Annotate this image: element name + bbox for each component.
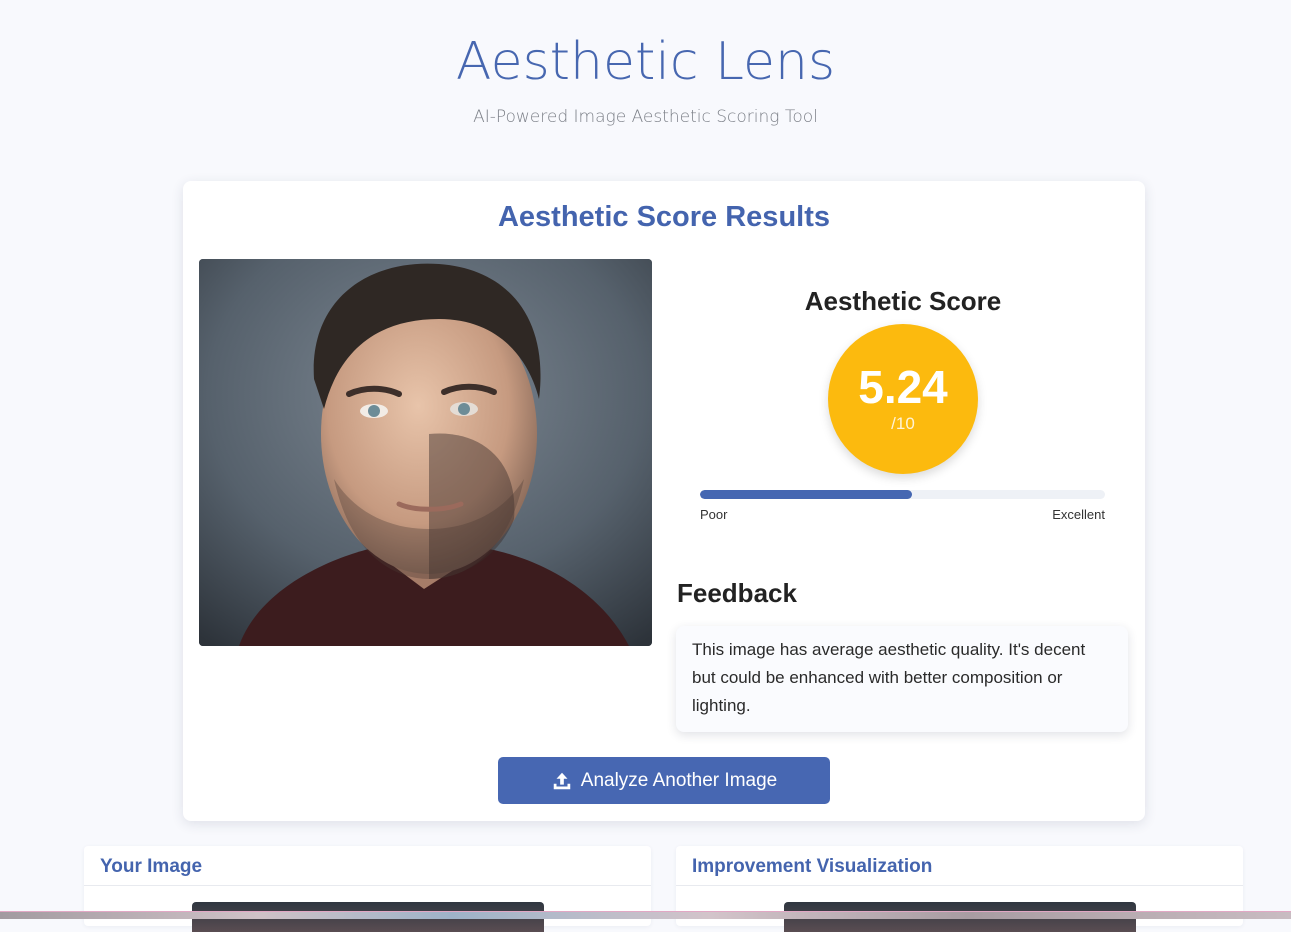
app-subtitle: AI-Powered Image Aesthetic Scoring Tool	[473, 107, 818, 127]
feedback-text: This image has average aesthetic quality…	[692, 640, 1086, 715]
score-label: Aesthetic Score	[804, 286, 1002, 316]
upload-icon	[553, 772, 571, 789]
feedback-box: This image has average aesthetic quality…	[676, 626, 1128, 732]
panel-divider	[84, 885, 651, 886]
feedback-title: Feedback	[677, 578, 797, 608]
improvement-title: Improvement Visualization	[692, 856, 933, 877]
analyze-another-button[interactable]: Analyze Another Image	[498, 757, 830, 804]
portrait-image	[199, 259, 652, 646]
panel-divider	[676, 885, 1243, 886]
scale-low-label: Poor	[700, 507, 728, 522]
app-title: Aesthetic Lens	[455, 32, 836, 92]
your-image-title: Your Image	[100, 856, 203, 877]
analyze-another-label: Analyze Another Image	[580, 769, 778, 791]
score-value: 5.24	[858, 361, 948, 413]
results-card: Aesthetic Score Results Aesthetic Score …	[183, 181, 1145, 821]
score-progress-bar	[700, 490, 1105, 499]
score-circle: 5.24 /10	[828, 324, 978, 474]
uploaded-photo	[199, 259, 652, 646]
results-title: Aesthetic Score Results	[497, 201, 830, 233]
score-max: /10	[891, 414, 915, 433]
scale-high-label: Excellent	[1052, 507, 1105, 522]
score-progress-fill	[700, 490, 913, 499]
